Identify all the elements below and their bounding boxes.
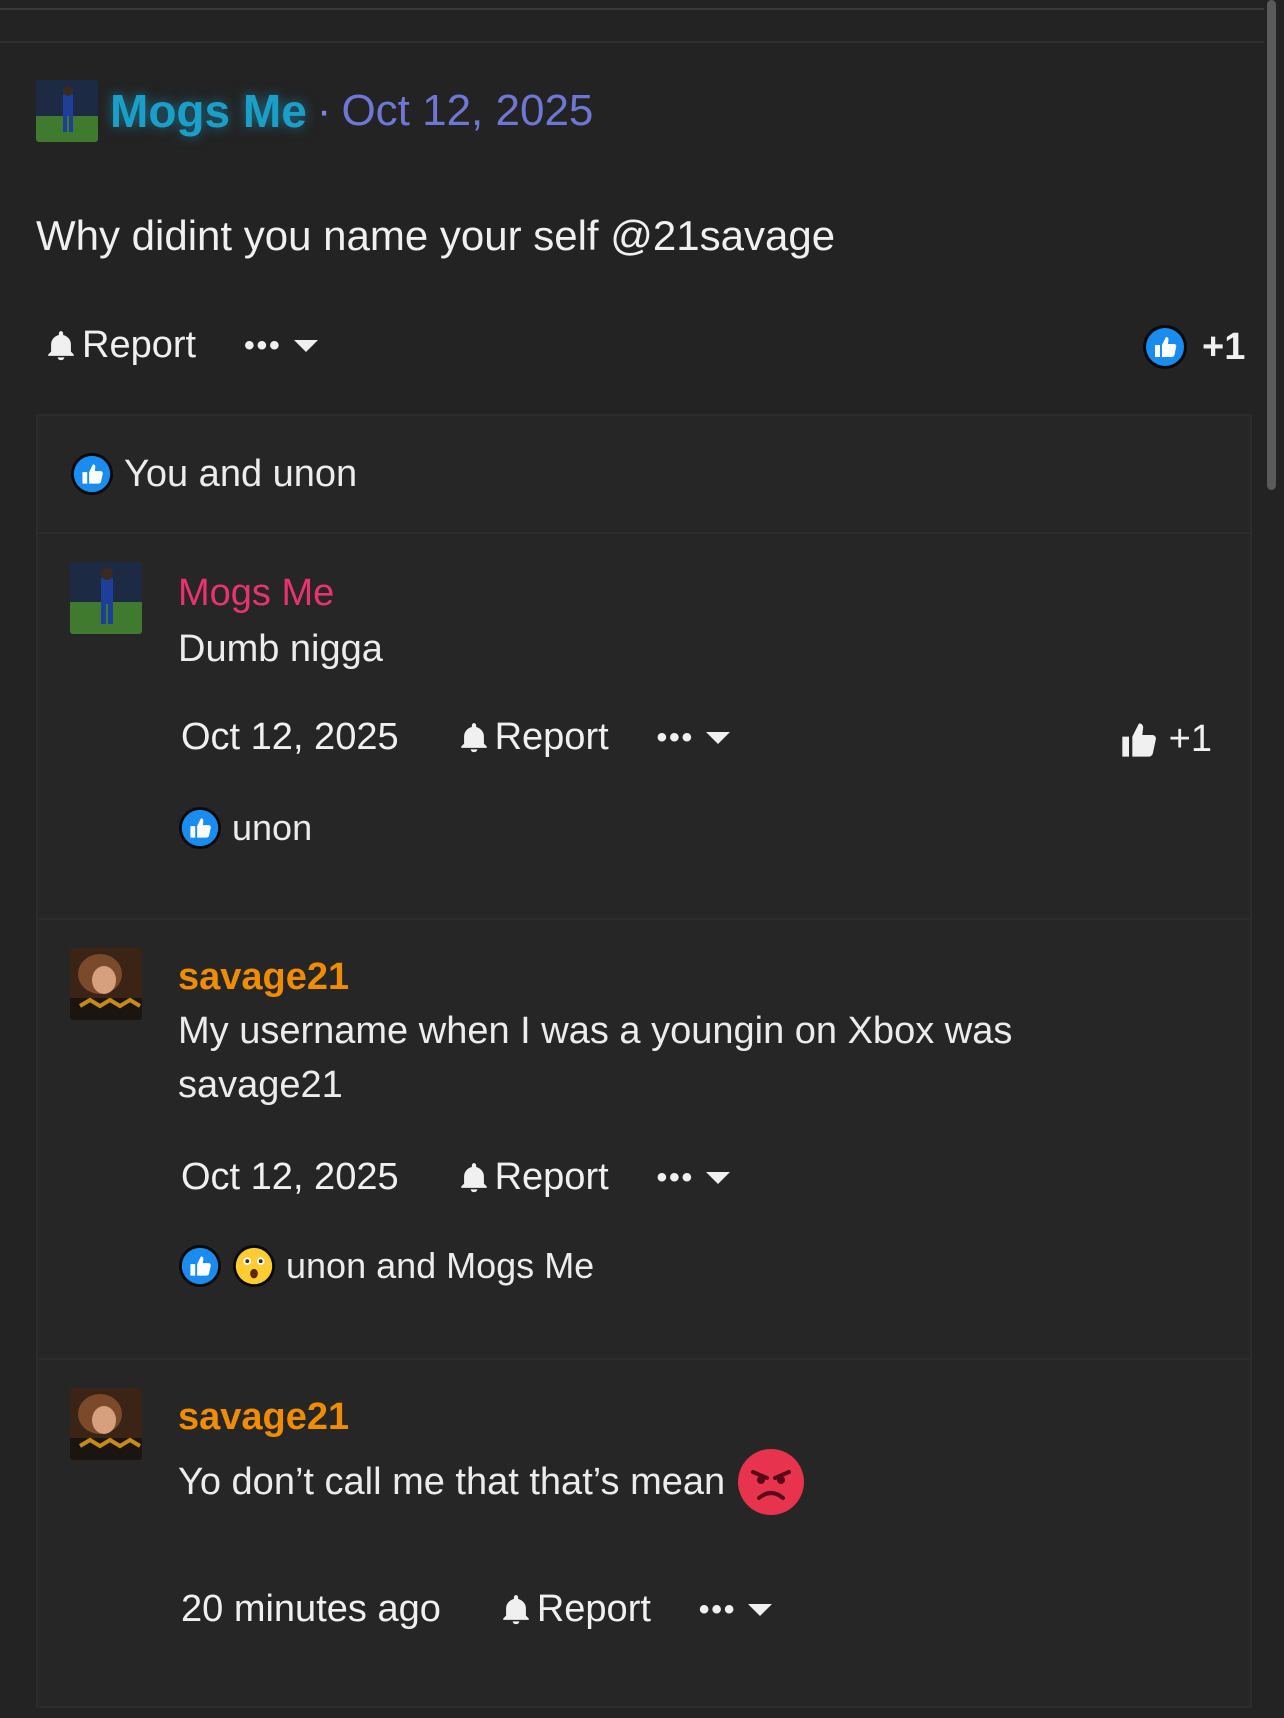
caret-down-icon (748, 1603, 773, 1616)
replies-section: You and unon Mogs Me Dumb nigga Oct 12, … (36, 414, 1252, 1708)
comment-actions: Oct 12, 2025 Report ••• (181, 1156, 731, 1199)
reactions-summary-link[interactable]: unon and Mogs Me (286, 1245, 594, 1287)
top-divider (0, 8, 1264, 10)
bell-icon (460, 722, 487, 752)
avatar[interactable] (70, 948, 142, 1020)
astonished-face-icon (232, 1244, 276, 1288)
more-dots-icon: ••• (244, 328, 282, 362)
comment-text: Dumb nigga (178, 628, 383, 670)
report-button[interactable]: Report (82, 324, 196, 367)
thumbs-up-icon (1143, 325, 1187, 369)
reactions-summary-link[interactable]: unon (232, 807, 312, 849)
post-author-link[interactable]: Mogs Me (110, 84, 307, 138)
avatar[interactable] (70, 1388, 142, 1460)
more-dots-icon: ••• (698, 1592, 737, 1626)
like-count: +1 (1202, 325, 1246, 368)
avatar[interactable] (70, 562, 142, 634)
post-header: Mogs Me · Oct 12, 2025 (36, 80, 593, 142)
comment-reactions: unon and Mogs Me (178, 1244, 594, 1288)
comment-date-link[interactable]: Oct 12, 2025 (181, 1156, 399, 1199)
thumbs-up-icon (178, 1244, 222, 1288)
thumbs-up-icon (1122, 722, 1156, 757)
comment-author-link[interactable]: savage21 (178, 956, 349, 999)
comment-text-row: Yo don’t call me that that’s mean (178, 1446, 1178, 1518)
reactions-summary-link[interactable]: You and unon (124, 453, 357, 496)
comment-item: savage21 My username when I was a youngi… (38, 918, 1250, 1360)
comment-reactions: unon (178, 806, 312, 850)
thumbs-up-icon (70, 452, 114, 496)
thumbs-up-icon (178, 806, 222, 850)
more-options-button[interactable]: ••• (699, 1593, 773, 1627)
more-options-button[interactable]: ••• (657, 721, 731, 755)
avatar[interactable] (36, 80, 98, 142)
like-count: +1 (1168, 718, 1212, 760)
comment-like-button[interactable]: +1 (1119, 718, 1212, 761)
comment-text: Yo don’t call me that that’s mean (178, 1461, 726, 1503)
comment-actions: Oct 12, 2025 Report ••• (181, 716, 731, 759)
comment-text: My username when I was a youngin on Xbox… (178, 1010, 1013, 1106)
separator-dot: · (316, 86, 332, 135)
comment-date-link[interactable]: Oct 12, 2025 (181, 716, 399, 759)
comment-author-link[interactable]: Mogs Me (178, 572, 334, 615)
comment-item: Mogs Me Dumb nigga Oct 12, 2025 Report •… (38, 532, 1250, 920)
report-button[interactable]: Report (495, 716, 609, 759)
bell-icon (503, 1594, 529, 1624)
post-date-link[interactable]: Oct 12, 2025 (341, 86, 593, 136)
more-dots-icon: ••• (656, 720, 695, 754)
comment-actions: 20 minutes ago Report ••• (181, 1588, 773, 1631)
more-options-button[interactable]: ••• (244, 329, 318, 363)
more-options-button[interactable]: ••• (657, 1161, 731, 1195)
top-divider-2 (0, 41, 1264, 43)
scrollbar[interactable] (1267, 0, 1276, 490)
post-body: Why didint you name your self @21savage (36, 212, 836, 259)
comment-author-link[interactable]: savage21 (178, 1396, 349, 1439)
report-button[interactable]: Report (537, 1588, 651, 1631)
caret-down-icon (706, 731, 731, 744)
comment-date-link[interactable]: 20 minutes ago (181, 1588, 441, 1631)
report-button[interactable]: Report (495, 1156, 609, 1199)
angry-face-icon (738, 1449, 805, 1515)
post-reactions-bar: You and unon (38, 416, 1250, 534)
more-dots-icon: ••• (656, 1160, 695, 1194)
caret-down-icon (293, 339, 318, 352)
bell-icon (460, 1162, 487, 1192)
caret-down-icon (706, 1171, 731, 1184)
post-actions: Report ••• (44, 324, 318, 367)
bell-icon (48, 330, 74, 360)
comment-item: savage21 Yo don’t call me that that’s me… (38, 1358, 1250, 1718)
post-like-button[interactable]: +1 (1142, 324, 1245, 370)
